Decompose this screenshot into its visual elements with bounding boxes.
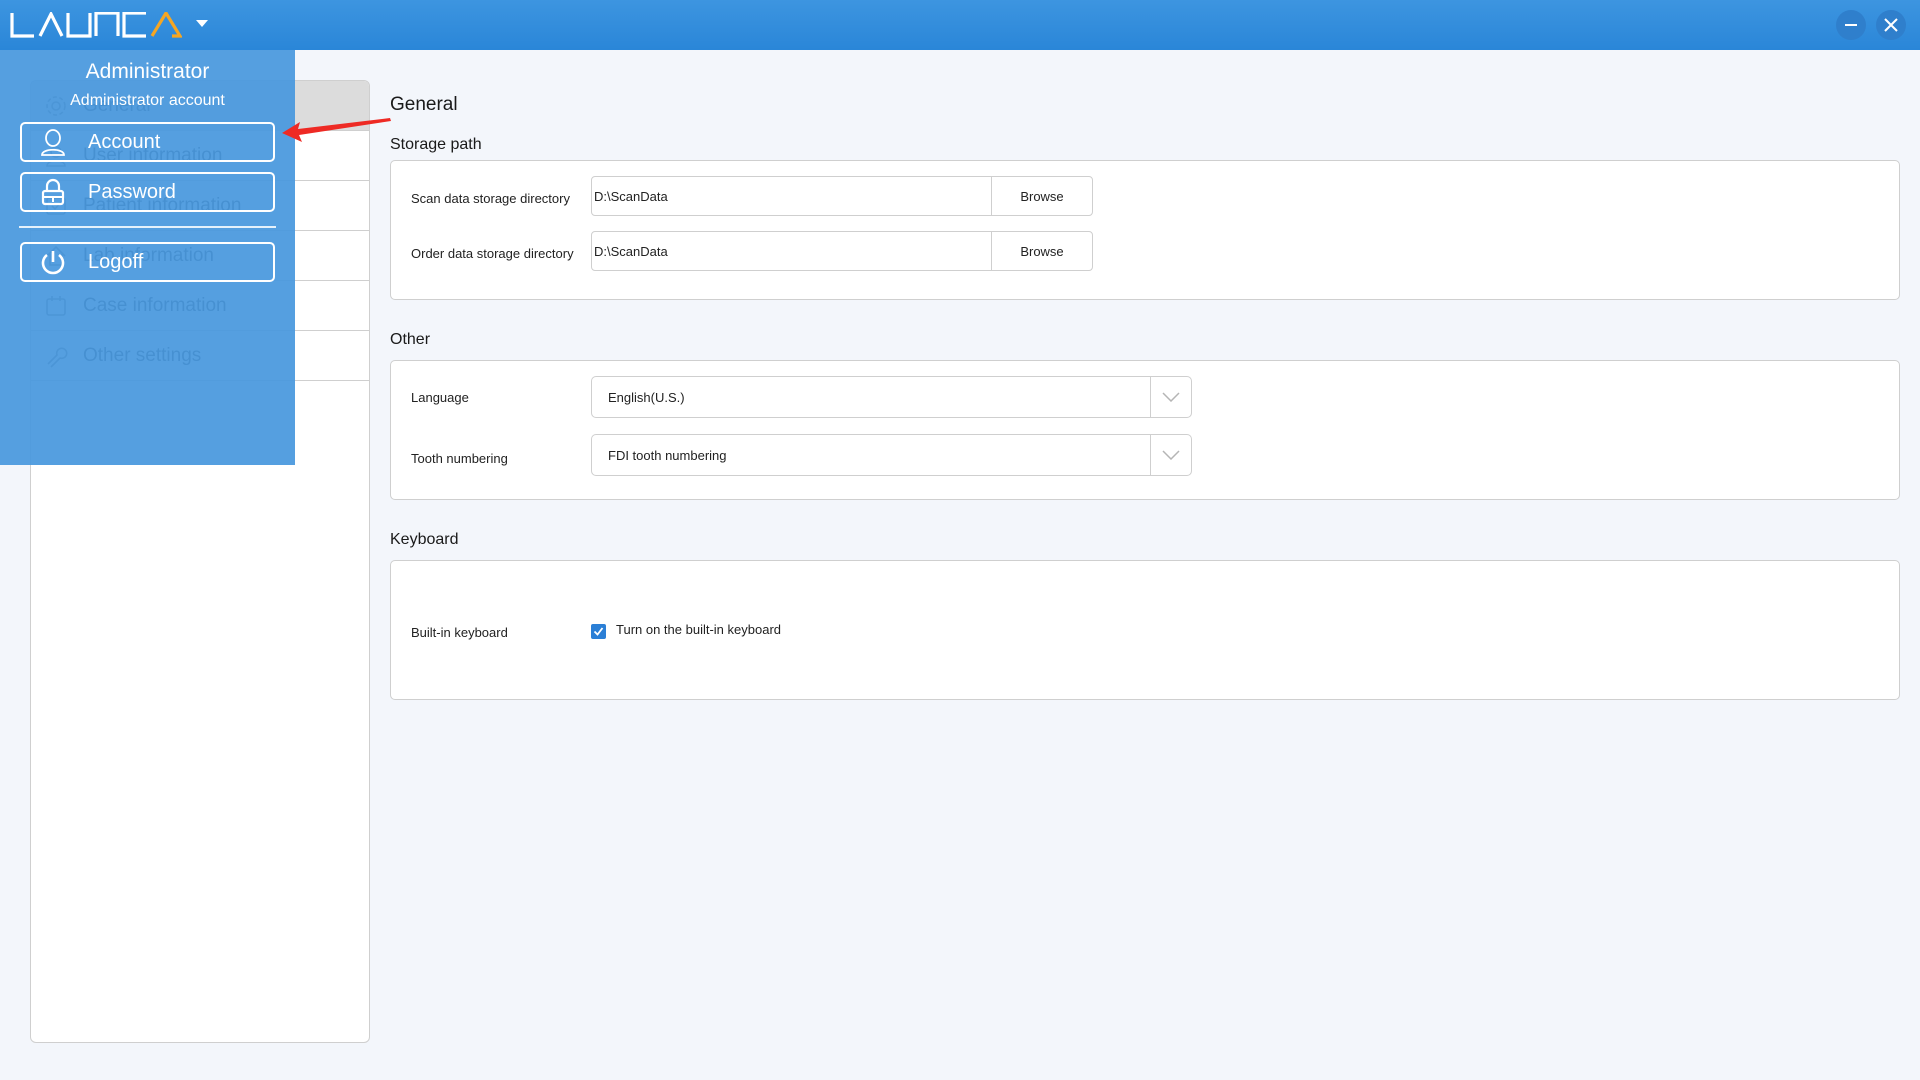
app-menu-caret-icon[interactable] <box>196 20 208 27</box>
user-name: Administrator <box>85 60 210 83</box>
lock-icon <box>38 177 68 207</box>
account-button-label: Account <box>88 130 161 153</box>
scan-dir-field: D:\ScanData Browse <box>591 176 1093 216</box>
minimize-icon <box>1845 24 1857 26</box>
launca-logo <box>10 10 182 40</box>
scan-dir-label: Scan data storage directory <box>411 191 570 206</box>
password-button[interactable]: Password <box>20 172 275 212</box>
page-title: General <box>390 94 458 115</box>
order-dir-input[interactable]: D:\ScanData <box>592 232 992 270</box>
chevron-down-icon[interactable] <box>1151 377 1191 417</box>
power-icon <box>38 247 68 277</box>
password-button-label: Password <box>88 180 176 203</box>
checkmark-icon <box>593 627 604 636</box>
logoff-button[interactable]: Logoff <box>20 242 275 282</box>
minimize-button[interactable] <box>1836 10 1866 40</box>
language-value: English(U.S.) <box>592 377 1151 417</box>
tooth-numbering-value: FDI tooth numbering <box>592 435 1151 475</box>
keyboard-heading: Keyboard <box>390 531 459 548</box>
close-icon <box>1884 18 1898 32</box>
scan-dir-browse-button[interactable]: Browse <box>992 177 1092 215</box>
storage-path-panel: Scan data storage directory D:\ScanData … <box>390 160 1900 300</box>
other-panel: Language English(U.S.) Tooth numbering F… <box>390 360 1900 500</box>
order-dir-field: D:\ScanData Browse <box>591 231 1093 271</box>
tooth-numbering-select[interactable]: FDI tooth numbering <box>591 434 1192 476</box>
language-label: Language <box>411 390 469 405</box>
scan-dir-input[interactable]: D:\ScanData <box>592 177 992 215</box>
order-dir-label: Order data storage directory <box>411 246 574 261</box>
close-button[interactable] <box>1876 10 1906 40</box>
built-in-keyboard-checkbox-label[interactable]: Turn on the built-in keyboard <box>616 622 781 637</box>
built-in-keyboard-label: Built-in keyboard <box>411 625 508 640</box>
storage-path-heading: Storage path <box>390 136 482 153</box>
language-select[interactable]: English(U.S.) <box>591 376 1192 418</box>
built-in-keyboard-checkbox[interactable] <box>591 624 606 639</box>
keyboard-panel: Built-in keyboard Turn on the built-in k… <box>390 560 1900 700</box>
chevron-down-icon[interactable] <box>1151 435 1191 475</box>
menu-divider <box>19 226 276 228</box>
logo-wordmark <box>10 12 182 38</box>
user-icon <box>38 127 68 157</box>
logoff-button-label: Logoff <box>88 250 144 273</box>
title-bar <box>0 0 1920 50</box>
tooth-numbering-label: Tooth numbering <box>411 451 508 466</box>
order-dir-browse-button[interactable]: Browse <box>992 232 1092 270</box>
annotation-arrow-icon <box>282 118 391 142</box>
other-heading: Other <box>390 331 431 348</box>
user-role: Administrator account <box>70 92 225 109</box>
user-menu-dropdown: Administrator Administrator account Acco… <box>0 50 295 465</box>
account-button[interactable]: Account <box>20 122 275 162</box>
